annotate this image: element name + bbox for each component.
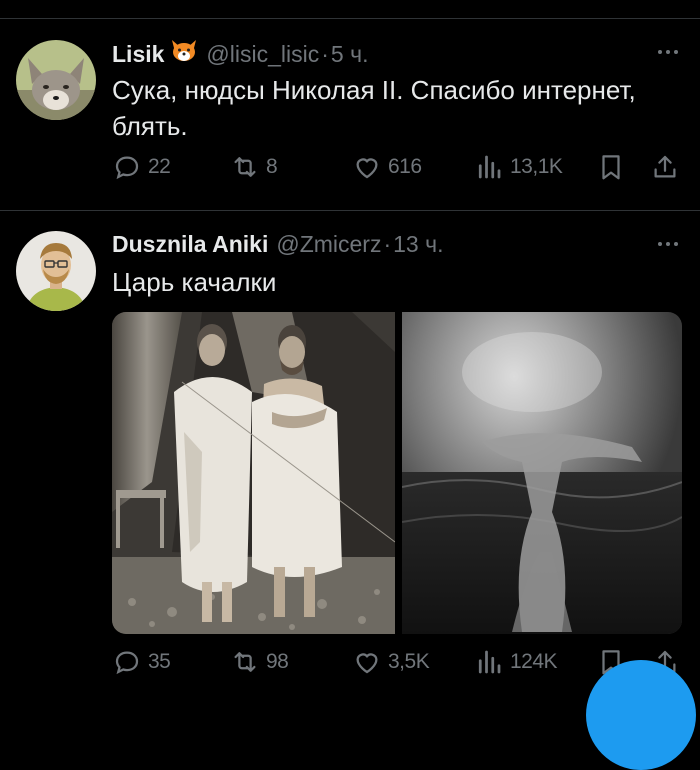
tweet-text: Царь качалки	[112, 264, 682, 300]
tweet-header: Lisik @lisic_lisic · 5 ч.	[112, 38, 368, 68]
reply-count: 22	[148, 155, 171, 178]
views-button[interactable]: 124K	[474, 647, 558, 677]
views-icon	[478, 650, 501, 674]
photo-blurry-silhouette-image	[402, 312, 682, 634]
views-button[interactable]: 13,1K	[474, 152, 563, 182]
bookmark-icon	[602, 155, 620, 180]
author-name[interactable]: Dusznila Aniki	[112, 231, 268, 258]
tweet-photo-left[interactable]	[112, 312, 395, 634]
heart-icon	[356, 653, 378, 674]
share-icon	[654, 155, 676, 178]
view-count: 13,1K	[510, 155, 563, 178]
separator-dot: ·	[321, 41, 329, 67]
bookmark-button[interactable]	[596, 152, 632, 182]
tweet-text-line: Царь качалки	[112, 267, 277, 297]
views-icon	[478, 155, 501, 179]
tweet-2[interactable]: Dusznila Aniki @Zmicerz · 13 ч. Царь кач…	[0, 211, 700, 696]
view-count: 124K	[510, 650, 558, 673]
more-options-icon[interactable]	[658, 50, 678, 54]
like-button[interactable]: 3,5K	[352, 647, 430, 677]
cartoon-avatar-image	[16, 231, 96, 311]
share-button[interactable]	[650, 152, 686, 182]
action-bar: 35 98 3,5K 124K	[112, 647, 682, 683]
repost-icon	[234, 652, 256, 672]
tweet-1[interactable]: Lisik @lisic_lisic · 5 ч. Сука, нюдсы Ни…	[0, 0, 700, 210]
fox-emoji-icon	[172, 40, 197, 61]
avatar[interactable]	[16, 231, 96, 311]
avatar[interactable]	[16, 40, 96, 120]
reply-icon	[115, 156, 139, 180]
author-name[interactable]: Lisik	[112, 41, 164, 68]
tweet-text-line: Сука, нюдсы Николая II. Спасибо интернет…	[112, 75, 636, 105]
fox-avatar-image	[16, 40, 96, 120]
author-handle[interactable]: @Zmicerz	[276, 231, 381, 258]
like-count: 616	[388, 155, 422, 178]
compose-fab-button[interactable]	[586, 660, 696, 770]
like-count: 3,5K	[388, 650, 430, 673]
tweet-text-line: блять.	[112, 111, 188, 141]
separator-dot: ·	[383, 231, 392, 257]
tweet-photo-right[interactable]	[402, 312, 682, 634]
timestamp[interactable]: 5 ч.	[331, 41, 369, 68]
photo-two-men-image	[112, 312, 395, 634]
repost-button[interactable]: 8	[230, 152, 278, 182]
repost-count: 98	[266, 650, 289, 673]
more-options-icon[interactable]	[658, 242, 678, 246]
like-button[interactable]: 616	[352, 152, 422, 182]
reply-icon	[115, 651, 139, 675]
repost-count: 8	[266, 155, 278, 178]
reply-button[interactable]: 35	[112, 647, 171, 677]
tweet-text: Сука, нюдсы Николая II. Спасибо интернет…	[112, 72, 682, 144]
tweet-header: Dusznila Aniki @Zmicerz · 13 ч.	[112, 231, 444, 258]
action-bar: 22 8 616 13,1K	[112, 152, 682, 188]
reply-count: 35	[148, 650, 171, 673]
author-handle[interactable]: @lisic_lisic	[206, 41, 319, 68]
timestamp[interactable]: 13 ч.	[393, 231, 443, 258]
reply-button[interactable]: 22	[112, 152, 171, 182]
heart-icon	[356, 158, 378, 179]
repost-button[interactable]: 98	[230, 647, 289, 677]
repost-icon	[234, 157, 256, 177]
